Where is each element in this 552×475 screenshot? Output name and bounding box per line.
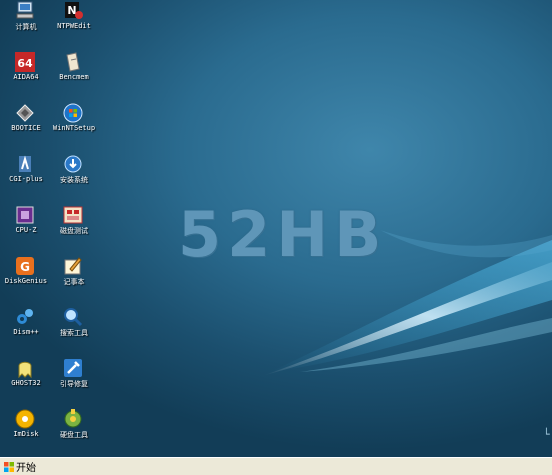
computer-icon	[16, 1, 34, 19]
desktop-icon-label: 搜索工具	[60, 329, 88, 337]
desktop-icon-ntpwedit[interactable]: N NTPWEdit	[48, 0, 100, 46]
disk-test-icon	[63, 206, 83, 224]
desktop-icon-label: 磁盘测试	[60, 227, 88, 235]
bootice-icon	[16, 104, 34, 122]
start-button[interactable]: 开始	[2, 459, 40, 474]
desktop-icon-label: 引导修复	[60, 380, 88, 388]
wallpaper-corner-mark: └	[543, 428, 550, 441]
start-label: 开始	[16, 463, 36, 474]
desktop-icon-label: WinNTSetup	[52, 124, 96, 132]
desktop-icon-search-tool[interactable]: 搜索工具	[48, 306, 100, 352]
imdisk-icon	[15, 409, 35, 429]
dism-icon	[17, 309, 33, 324]
desktop-icon-winntsetup[interactable]: WinNTSetup	[48, 102, 100, 148]
hdd-tool-icon	[64, 409, 82, 428]
winntsetup-icon	[63, 103, 83, 123]
bencmem-icon	[66, 52, 80, 72]
diskgenius-icon: G	[16, 257, 34, 275]
taskbar: 开始	[0, 457, 552, 475]
boot-repair-icon	[64, 359, 82, 377]
ntpwedit-icon: N	[65, 2, 83, 19]
notepad-icon	[64, 257, 82, 275]
desktop-icon-label: 安装系统	[60, 176, 88, 184]
wallpaper-logo: 52HB	[178, 198, 388, 271]
desktop-icon-install-system[interactable]: 安装系统	[48, 153, 100, 199]
aida64-icon: 64	[15, 52, 35, 72]
install-system-icon	[64, 155, 82, 173]
cpu-z-icon	[16, 206, 34, 224]
desktop-icon-bencmem[interactable]: Bencmem	[48, 51, 100, 97]
svg-text:G: G	[20, 260, 30, 274]
search-tool-icon	[64, 308, 83, 327]
svg-text:64: 64	[17, 57, 33, 70]
cgi-plus-icon	[19, 155, 31, 172]
ghost32-icon	[18, 361, 32, 379]
desktop: 52HB └ 计算机 64 AIDA64 BOOTICE CGI-plus CP…	[0, 0, 552, 457]
desktop-icon-notepad[interactable]: 记事本	[48, 255, 100, 301]
desktop-icon-label: Bencmem	[59, 73, 89, 81]
desktop-icon-disk-test[interactable]: 磁盘测试	[48, 204, 100, 250]
desktop-icon-label: NTPWEdit	[57, 22, 91, 30]
windows-logo-icon	[4, 461, 14, 472]
desktop-icon-hdd-tool[interactable]: 硬盘工具	[48, 408, 100, 454]
desktop-icon-boot-repair[interactable]: 引导修复	[48, 357, 100, 403]
desktop-icon-label: 记事本	[63, 278, 85, 286]
desktop-icon-label: 硬盘工具	[60, 431, 88, 439]
